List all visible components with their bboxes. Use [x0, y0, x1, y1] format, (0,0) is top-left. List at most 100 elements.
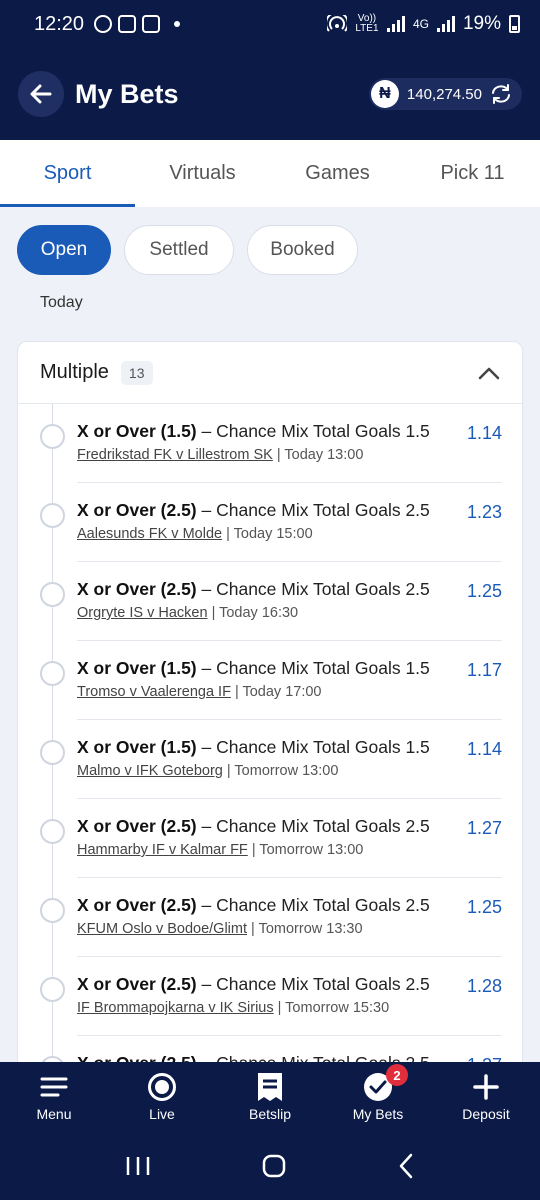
kickoff-time: | Tomorrow 15:30 [273, 1000, 390, 1016]
selection-row[interactable]: X or Over (1.5) – Chance Mix Total Goals… [18, 641, 522, 720]
filter-settled[interactable]: Settled [124, 225, 234, 275]
match-link[interactable]: Tromso v Vaalerenga IF [77, 684, 231, 700]
selection-status-icon [40, 661, 65, 686]
selection-status-icon [40, 424, 65, 449]
naira-icon: ₦ [370, 80, 399, 108]
system-status-icons: Vo)) LTE1 4G 19% [326, 13, 520, 35]
selection-market: X or Over (1.5) – Chance Mix Total Goals… [77, 658, 430, 679]
selection-pick: X or Over (2.5) [77, 816, 197, 836]
selection-market: X or Over (2.5) – Chance Mix Total Goals… [77, 579, 430, 600]
selection-odds: 1.14 [466, 423, 502, 443]
selection-market: X or Over (2.5) – Chance Mix Total Goals… [77, 895, 430, 916]
selection-fixture: Fredrikstad FK v Lillestrom SK | Today 1… [77, 447, 363, 463]
selection-pick: X or Over (1.5) [77, 737, 197, 757]
bottom-navigation: Menu Live Betslip 2 My Bets Deposit [0, 1062, 540, 1132]
selection-fixture: Tromso v Vaalerenga IF | Today 17:00 [77, 684, 322, 700]
menu-icon [40, 1072, 68, 1102]
selection-pick: X or Over (2.5) [77, 579, 197, 599]
match-link[interactable]: IF Brommapojkarna v IK Sirius [77, 1000, 274, 1016]
selection-row[interactable]: X or Over (2.5) – Chance Mix Total Goals… [18, 957, 522, 1036]
selection-pick: X or Over (1.5) [77, 658, 197, 678]
selection-market: X or Over (1.5) – Chance Mix Total Goals… [77, 421, 430, 442]
gallery-icon [142, 15, 161, 33]
tab-sport[interactable]: Sport [0, 140, 135, 207]
more-notifications-icon [174, 21, 181, 27]
filter-open[interactable]: Open [17, 225, 111, 275]
match-link[interactable]: Fredrikstad FK v Lillestrom SK [77, 447, 273, 463]
selection-odds: 1.17 [466, 660, 502, 680]
nav-menu[interactable]: Menu [0, 1062, 108, 1132]
battery-icon [509, 15, 520, 33]
match-link[interactable]: Orgryte IS v Hacken [77, 605, 208, 621]
status-time: 12:20 [34, 12, 85, 35]
home-icon[interactable] [261, 1153, 287, 1179]
tab-games[interactable]: Games [270, 140, 405, 207]
chevron-up-icon[interactable] [478, 366, 500, 380]
bet-category-tabs: Sport Virtuals Games Pick 11 [0, 140, 540, 207]
nav-betslip-label: Betslip [248, 1106, 292, 1122]
match-link[interactable]: Hammarby IF v Kalmar FF [77, 842, 248, 858]
selection-market-name: – Chance Mix Total Goals 2.5 [196, 816, 430, 836]
betslip-icon [257, 1072, 283, 1102]
selection-odds: 1.28 [466, 976, 502, 996]
match-link[interactable]: KFUM Oslo v Bodoe/Glimt [77, 921, 247, 937]
selection-row[interactable]: X or Over (1.5) – Chance Mix Total Goals… [18, 404, 522, 483]
selection-market: X or Over (2.5) – Chance Mix Total Goals… [77, 500, 430, 521]
kickoff-time: | Today 16:30 [207, 605, 299, 621]
arrow-left-icon [30, 84, 52, 104]
refresh-icon[interactable] [490, 84, 512, 104]
selection-pick: X or Over (2.5) [77, 895, 197, 915]
filter-booked[interactable]: Booked [247, 225, 358, 275]
selection-market-name: – Chance Mix Total Goals 1.5 [196, 737, 430, 757]
selection-fixture: Malmo v IFK Goteborg | Tomorrow 13:00 [77, 763, 338, 779]
match-link[interactable]: Malmo v IFK Goteborg [77, 763, 223, 779]
selection-fixture: KFUM Oslo v Bodoe/Glimt | Tomorrow 13:30 [77, 921, 363, 937]
selection-count-badge: 13 [120, 360, 153, 385]
bet-card-header[interactable]: Multiple 13 [18, 342, 522, 404]
nav-my-bets-label: My Bets [352, 1106, 404, 1122]
page-title: My Bets [75, 78, 179, 109]
nav-my-bets[interactable]: 2 My Bets [324, 1062, 432, 1132]
selection-market-name: – Chance Mix Total Goals 1.5 [196, 658, 430, 678]
recent-apps-icon[interactable] [125, 1155, 151, 1177]
selection-status-icon [40, 582, 65, 607]
balance-pill[interactable]: ₦ 140,274.50 [368, 78, 522, 110]
selection-odds: 1.14 [466, 739, 502, 759]
tab-pick-11[interactable]: Pick 11 [405, 140, 540, 207]
section-date: Today [40, 294, 83, 311]
back-button[interactable] [18, 71, 64, 117]
nav-deposit[interactable]: Deposit [432, 1062, 540, 1132]
nav-deposit-label: Deposit [462, 1106, 510, 1122]
selection-status-icon [40, 819, 65, 844]
status-bar: 12:20 Vo)) LTE1 4G 19% [0, 0, 540, 48]
selection-status-icon [40, 503, 65, 528]
selection-row[interactable]: X or Over (2.5) – Chance Mix Total Goals… [18, 483, 522, 562]
whatsapp-icon [94, 15, 113, 33]
nav-live[interactable]: Live [108, 1062, 216, 1132]
selection-row[interactable]: X or Over (1.5) – Chance Mix Total Goals… [18, 720, 522, 799]
selection-market-name: – Chance Mix Total Goals 2.5 [196, 579, 430, 599]
kickoff-time: | Today 13:00 [272, 447, 364, 463]
selection-market-name: – Chance Mix Total Goals 1.5 [196, 421, 430, 441]
selection-market: X or Over (1.5) – Chance Mix Total Goals… [77, 737, 430, 758]
selection-fixture: Orgryte IS v Hacken | Today 16:30 [77, 605, 298, 621]
selection-market: X or Over (2.5) – Chance Mix Total Goals… [77, 974, 430, 995]
system-back-icon[interactable] [397, 1153, 415, 1179]
selection-odds: 1.25 [466, 581, 502, 601]
selection-market-name: – Chance Mix Total Goals 2.5 [196, 500, 430, 520]
bet-card: Multiple 13 X or Over (1.5) – Chance Mix… [17, 341, 523, 1101]
match-link[interactable]: Aalesunds FK v Molde [77, 526, 222, 542]
selection-row[interactable]: X or Over (2.5) – Chance Mix Total Goals… [18, 562, 522, 641]
app-notification-icon [118, 15, 137, 33]
notification-icons [94, 15, 181, 33]
tab-virtuals[interactable]: Virtuals [135, 140, 270, 207]
nav-betslip[interactable]: Betslip [216, 1062, 324, 1132]
battery-percent: 19% [462, 13, 501, 34]
network-label: Vo)) LTE1 [355, 13, 379, 34]
selection-status-icon [40, 898, 65, 923]
selection-row[interactable]: X or Over (2.5) – Chance Mix Total Goals… [18, 878, 522, 957]
selection-fixture: Hammarby IF v Kalmar FF | Tomorrow 13:00 [77, 842, 363, 858]
selection-market-name: – Chance Mix Total Goals 2.5 [196, 974, 430, 994]
app-header: My Bets ₦ 140,274.50 [0, 48, 540, 140]
selection-row[interactable]: X or Over (2.5) – Chance Mix Total Goals… [18, 799, 522, 878]
